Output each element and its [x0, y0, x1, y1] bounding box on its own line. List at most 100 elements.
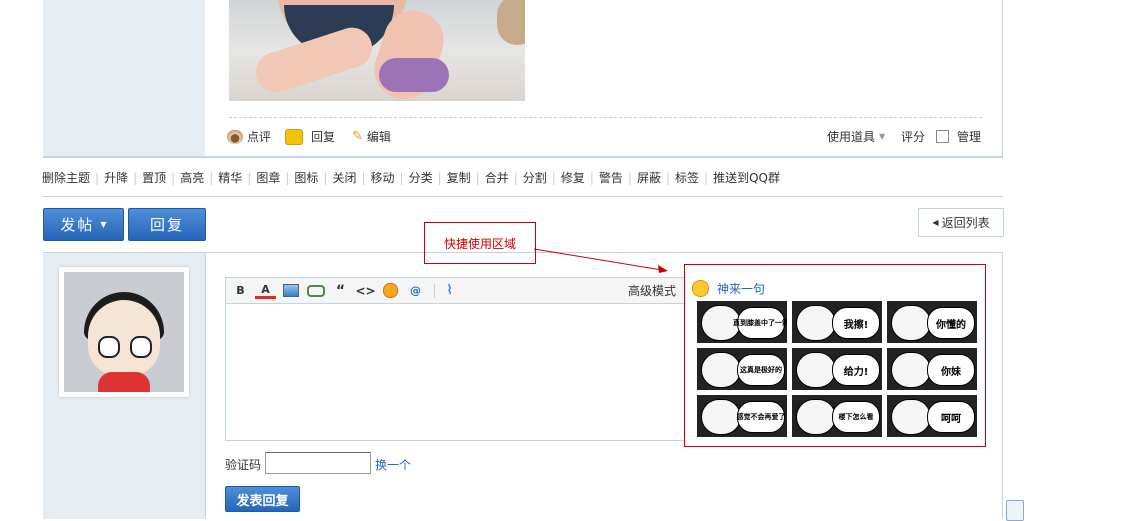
- captcha-input[interactable]: [265, 452, 371, 474]
- quick-panel-title: 神来一句: [717, 282, 766, 296]
- manage-checkbox[interactable]: [936, 130, 949, 143]
- rate-button[interactable]: 点评: [227, 128, 271, 145]
- moderation-bar: 删除主题 | 升降 | 置顶 | 高亮 | 精华 | 图章 | 图标 | 关闭 | 移动 | 分类 | 复制 | 合并 | 分割…: [42, 169, 780, 186]
- emoticon-item[interactable]: 这真是极好的: [697, 348, 787, 390]
- emoticon-item[interactable]: 直到膝盖中了一箭: [697, 301, 787, 343]
- speech-bubble-icon: [285, 128, 303, 145]
- moderation-separator: |: [95, 170, 100, 185]
- moderation-link[interactable]: 合并: [485, 169, 509, 186]
- moderation-link[interactable]: 移动: [371, 169, 395, 186]
- score-label: 评分: [901, 130, 926, 144]
- caret-left-icon: ◀: [932, 218, 939, 227]
- rage-face-icon: [796, 399, 836, 435]
- post-author-sidebar: [43, 0, 206, 157]
- emoticon-item[interactable]: 给力!: [792, 348, 882, 390]
- moderation-separator: |: [171, 170, 176, 185]
- rage-face-icon: [796, 352, 836, 388]
- new-post-button[interactable]: 发帖 ▼: [43, 208, 124, 241]
- code-icon[interactable]: <>: [355, 282, 376, 300]
- moderation-divider: [43, 196, 1003, 197]
- moderation-separator: |: [437, 170, 442, 185]
- chevron-down-icon: ▼: [879, 132, 886, 141]
- submit-reply-button[interactable]: 发表回复: [225, 486, 300, 512]
- moderation-separator: |: [704, 170, 709, 185]
- rate-label: 点评: [247, 130, 272, 144]
- rage-face-icon: [891, 399, 931, 435]
- emoticon-item[interactable]: 你妹: [887, 348, 977, 390]
- moderation-separator: |: [209, 170, 214, 185]
- annotation-label: 快捷使用区域: [443, 236, 516, 251]
- moderation-separator: |: [133, 170, 138, 185]
- post-dashed-divider: [229, 117, 982, 118]
- rage-face-icon: [701, 399, 741, 435]
- editor-toolbar: B A “ <> @ ⌇ 高级模式: [226, 278, 684, 304]
- moderation-link[interactable]: 屏蔽: [637, 169, 661, 186]
- moderation-link[interactable]: 精华: [218, 169, 242, 186]
- moderation-separator: |: [399, 170, 404, 185]
- quote-icon[interactable]: “: [330, 282, 351, 300]
- link-icon[interactable]: [305, 282, 326, 300]
- advanced-mode-link[interactable]: 高级模式: [628, 282, 676, 299]
- coffee-cup-icon: [227, 129, 243, 144]
- moderation-link[interactable]: 删除主题: [42, 169, 90, 186]
- emoticon-item[interactable]: 感觉不会再爱了: [697, 395, 787, 437]
- moderation-link[interactable]: 图章: [256, 169, 280, 186]
- reply-button-label: 回复: [149, 216, 184, 234]
- score-button[interactable]: 评分: [901, 128, 925, 145]
- post-image[interactable]: [229, 0, 525, 101]
- smiley-face-icon: [692, 280, 709, 297]
- bold-icon[interactable]: B: [230, 282, 251, 300]
- moderation-link[interactable]: 分割: [523, 169, 547, 186]
- moderation-link[interactable]: 高亮: [180, 169, 204, 186]
- emoticon-caption: 楼下怎么看: [832, 401, 880, 433]
- font-color-icon[interactable]: A: [255, 283, 276, 299]
- moderation-link[interactable]: 修复: [561, 169, 585, 186]
- moderation-link[interactable]: 标签: [675, 169, 699, 186]
- back-to-top-icon[interactable]: [1006, 500, 1024, 521]
- moderation-link[interactable]: 升降: [104, 169, 128, 186]
- back-to-list-button[interactable]: ◀ 返回列表: [918, 208, 1004, 237]
- emoticon-caption: 我擦!: [832, 307, 880, 339]
- moderation-separator: |: [627, 170, 632, 185]
- emoticon-item[interactable]: 楼下怎么看: [792, 395, 882, 437]
- quick-panel-header[interactable]: 神来一句: [692, 280, 765, 297]
- rage-face-icon: [891, 352, 931, 388]
- new-post-label: 发帖: [60, 216, 95, 234]
- manage-label: 管理: [957, 130, 982, 144]
- use-tools-label: 使用道具: [827, 130, 876, 144]
- reply-right-border: [1002, 252, 1003, 519]
- image-icon[interactable]: [280, 282, 301, 300]
- at-mention-icon[interactable]: @: [405, 282, 426, 300]
- emoticon-item[interactable]: 你懂的: [887, 301, 977, 343]
- smiley-icon[interactable]: [380, 282, 401, 300]
- moderation-link[interactable]: 复制: [447, 169, 471, 186]
- pencil-icon: ✎: [352, 129, 363, 144]
- emoticon-caption: 感觉不会再爱了: [737, 401, 786, 433]
- reply-button[interactable]: 回复: [128, 208, 206, 241]
- moderation-link[interactable]: 关闭: [332, 169, 356, 186]
- reply-post-button[interactable]: 回复: [285, 128, 335, 145]
- moderation-separator: |: [665, 170, 670, 185]
- moderation-link[interactable]: 分类: [409, 169, 433, 186]
- moderation-separator: |: [513, 170, 518, 185]
- attachment-icon[interactable]: ⌇: [439, 282, 460, 300]
- rage-face-icon: [701, 352, 741, 388]
- moderation-separator: |: [475, 170, 480, 185]
- moderation-link[interactable]: 图标: [294, 169, 318, 186]
- moderation-link[interactable]: 推送到QQ群: [713, 169, 780, 186]
- manage-checkbox-group[interactable]: 管理: [936, 128, 981, 145]
- avatar[interactable]: [64, 272, 184, 392]
- captcha-label: 验证码: [225, 458, 262, 472]
- moderation-link[interactable]: 警告: [599, 169, 623, 186]
- submit-reply-label: 发表回复: [236, 493, 289, 509]
- back-to-list-label: 返回列表: [941, 216, 990, 230]
- moderation-separator: |: [323, 170, 328, 185]
- emoticon-caption: 直到膝盖中了一箭: [733, 307, 787, 339]
- rage-face-icon: [891, 305, 931, 341]
- captcha-refresh-link[interactable]: 换一个: [375, 456, 411, 473]
- emoticon-item[interactable]: 呵呵: [887, 395, 977, 437]
- moderation-link[interactable]: 置顶: [142, 169, 166, 186]
- emoticon-item[interactable]: 我擦!: [792, 301, 882, 343]
- use-tools-menu[interactable]: 使用道具 ▼: [827, 128, 885, 145]
- edit-post-button[interactable]: ✎ 编辑: [352, 128, 391, 145]
